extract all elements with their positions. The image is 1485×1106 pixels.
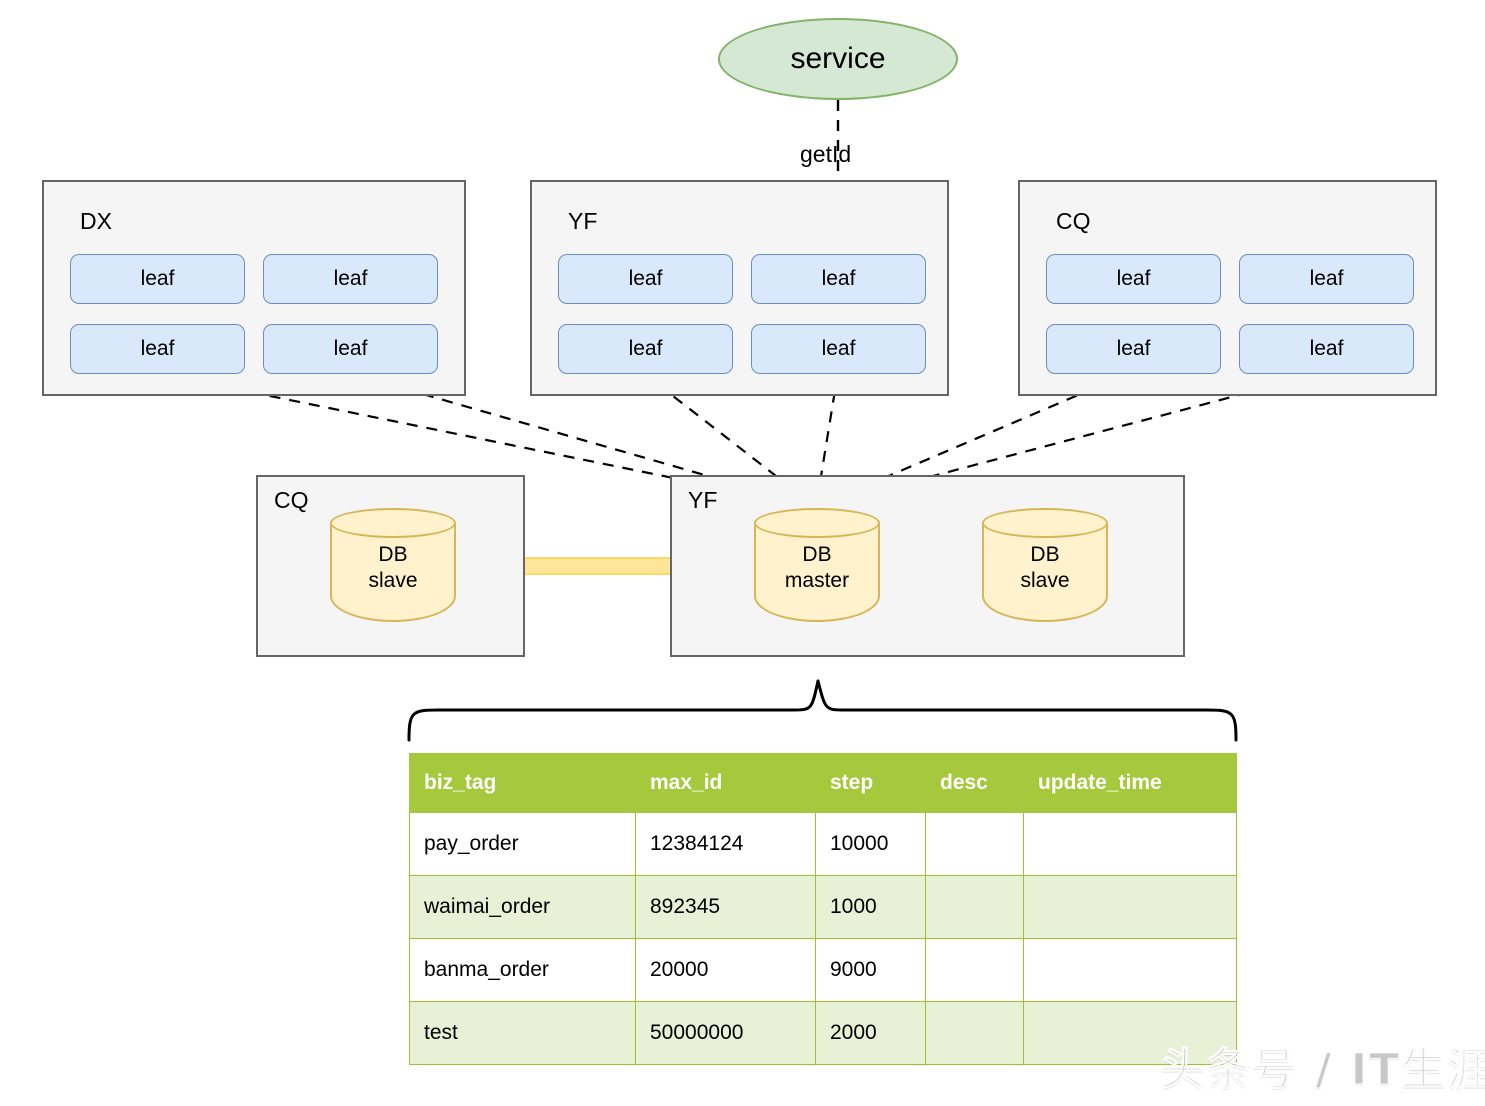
cell-max-id: 50000000 — [635, 1001, 816, 1065]
cell-step: 1000 — [815, 875, 926, 939]
column-header-step: step — [815, 753, 926, 813]
column-header-update-time: update_time — [1023, 753, 1237, 813]
column-header-desc: desc — [925, 753, 1024, 813]
table-header-row: biz_tag max_id step desc update_time — [409, 753, 1237, 813]
db-cylinder-cq-slave-label: DB slave — [330, 542, 456, 594]
cell-biz-tag: waimai_order — [409, 875, 636, 939]
cell-step: 2000 — [815, 1001, 926, 1065]
leaf-alloc-table: biz_tag max_id step desc update_time pay… — [409, 753, 1237, 1065]
table-row: pay_order 12384124 10000 — [409, 812, 1237, 876]
db-label-line2: slave — [1020, 569, 1070, 592]
table-row: test 50000000 2000 — [409, 1001, 1237, 1065]
db-cylinder-yf-slave-label: DB slave — [982, 542, 1108, 594]
cell-update-time — [1023, 938, 1237, 1002]
cell-desc — [925, 812, 1024, 876]
leaf-node[interactable]: leaf — [70, 324, 245, 374]
db-label-line2: slave — [368, 569, 418, 592]
cell-step: 9000 — [815, 938, 926, 1002]
db-region-yf-label: YF — [688, 487, 718, 513]
leaf-region-yf: YF leaf leaf leaf leaf — [530, 180, 949, 396]
leaf-node[interactable]: leaf — [751, 324, 926, 374]
leaf-node[interactable]: leaf — [1239, 324, 1414, 374]
cell-max-id: 892345 — [635, 875, 816, 939]
leaf-node[interactable]: leaf — [1046, 324, 1221, 374]
column-header-biz-tag: biz_tag — [409, 753, 636, 813]
db-label-line1: DB — [1030, 543, 1060, 566]
cell-biz-tag: pay_order — [409, 812, 636, 876]
cylinder-top — [982, 508, 1108, 538]
leaf-node[interactable]: leaf — [558, 254, 733, 304]
db-label-line1: DB — [378, 543, 408, 566]
cell-desc — [925, 938, 1024, 1002]
leaf-region-dx-label: DX — [80, 208, 112, 234]
leaf-region-yf-label: YF — [568, 208, 598, 234]
leaf-region-cq: CQ leaf leaf leaf leaf — [1018, 180, 1437, 396]
table-row: banma_order 20000 9000 — [409, 938, 1237, 1002]
db-label-line2: master — [784, 569, 850, 592]
leaf-node[interactable]: leaf — [1239, 254, 1414, 304]
db-cylinder-yf-slave[interactable]: DB slave — [982, 508, 1108, 622]
cylinder-top — [754, 508, 880, 538]
leaf-region-cq-label: CQ — [1056, 208, 1091, 234]
watermark: 头条号 / IT生涯 — [1159, 1043, 1485, 1095]
db-cylinder-yf-master-label: DB master — [754, 542, 880, 594]
cell-desc — [925, 875, 1024, 939]
db-region-cq-label: CQ — [274, 487, 309, 513]
cell-update-time — [1023, 875, 1237, 939]
cell-update-time — [1023, 812, 1237, 876]
get-id-edge-label: getId — [800, 141, 852, 167]
leaf-node[interactable]: leaf — [1046, 254, 1221, 304]
cylinder-top — [330, 508, 456, 538]
db-cylinder-cq-slave[interactable]: DB slave — [330, 508, 456, 622]
table-row: waimai_order 892345 1000 — [409, 875, 1237, 939]
diagram-canvas: service getId DX leaf leaf leaf leaf YF … — [0, 0, 1485, 1106]
cell-max-id: 12384124 — [635, 812, 816, 876]
column-header-max-id: max_id — [635, 753, 816, 813]
leaf-node[interactable]: leaf — [558, 324, 733, 374]
leaf-node[interactable]: leaf — [263, 254, 438, 304]
service-node[interactable]: service — [718, 18, 958, 100]
cell-biz-tag: test — [409, 1001, 636, 1065]
cell-biz-tag: banma_order — [409, 938, 636, 1002]
cell-step: 10000 — [815, 812, 926, 876]
cell-max-id: 20000 — [635, 938, 816, 1002]
leaf-node[interactable]: leaf — [263, 324, 438, 374]
db-label-line1: DB — [802, 543, 832, 566]
leaf-node[interactable]: leaf — [70, 254, 245, 304]
leaf-node[interactable]: leaf — [751, 254, 926, 304]
service-label: service — [790, 42, 886, 75]
brace-db-to-table — [407, 679, 1238, 742]
db-cylinder-yf-master[interactable]: DB master — [754, 508, 880, 622]
leaf-region-dx: DX leaf leaf leaf leaf — [42, 180, 466, 396]
cell-desc — [925, 1001, 1024, 1065]
